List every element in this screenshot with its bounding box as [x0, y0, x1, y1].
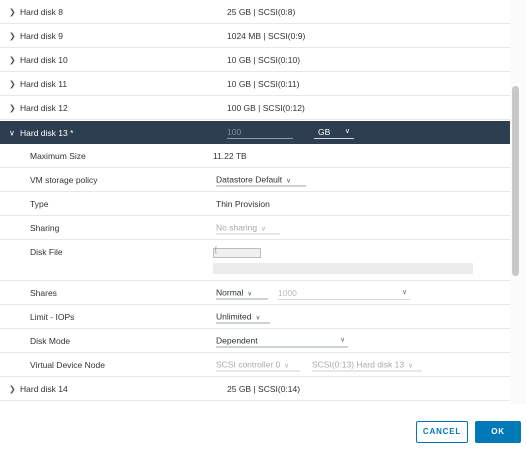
chevron-down-icon: ∨ [408, 362, 413, 369]
type-value: Thin Provision [216, 198, 270, 209]
disk-summary: 25 GB | SCSI(0:8) [227, 6, 296, 17]
prop-label: Sharing [30, 222, 60, 233]
prop-label: Limit - IOPs [30, 311, 75, 322]
sharing-value: No sharing [216, 222, 258, 232]
limit-iops-select[interactable]: Unlimited ∨ [216, 310, 270, 323]
chevron-down-icon: ∨ [247, 290, 253, 297]
chevron-right-icon[interactable]: ❯ [9, 384, 16, 393]
chevron-down-icon: ∨ [344, 128, 350, 135]
chevron-right-icon[interactable]: ❯ [9, 31, 16, 40]
prop-row-disk-file: Disk File [ [0, 240, 510, 281]
chevron-right-icon[interactable]: ❯ [9, 7, 16, 16]
disk-size-unit: GB [318, 127, 331, 137]
prop-label: Maximum Size [30, 150, 86, 161]
prop-label: Type [30, 198, 49, 209]
prop-row-limit-iops: Limit - IOPs Unlimited ∨ [0, 305, 510, 329]
disk-row-hard-disk-10[interactable]: ❯ Hard disk 10 10 GB | SCSI(0:10) [0, 48, 510, 72]
prop-label: Virtual Device Node [30, 359, 105, 370]
chevron-right-icon[interactable]: ❯ [9, 79, 16, 88]
disk-label: Hard disk 8 [20, 6, 63, 17]
disk-label: Hard disk 9 [20, 30, 63, 41]
prop-row-sharing: Sharing No sharing ∨ [0, 216, 510, 240]
disk-row-hard-disk-14[interactable]: ❯ Hard disk 14 25 GB | SCSI(0:14) [0, 377, 510, 401]
cancel-button[interactable]: CANCEL [416, 421, 468, 443]
prop-label: Disk Mode [30, 335, 71, 346]
max-size-value: 11.22 TB [213, 150, 247, 161]
vdn-node-select[interactable]: SCSI(0:13) Hard disk 13 ∨ [312, 358, 422, 371]
vdn-controller-select[interactable]: SCSI controller 0 ∨ [216, 358, 300, 371]
disk-mode-select[interactable]: Dependent ∨ [216, 334, 348, 347]
disk-size-value: 100 [227, 127, 242, 137]
disk-row-hard-disk-9[interactable]: ❯ Hard disk 9 1024 MB | SCSI(0:9) [0, 24, 510, 48]
chevron-down-icon[interactable]: ∨ [9, 128, 15, 137]
disk-label: Hard disk 12 [20, 102, 68, 113]
disk-summary: 10 GB | SCSI(0:10) [227, 54, 301, 65]
disk-mode-value: Dependent [216, 335, 258, 345]
prop-label: Shares [30, 287, 57, 298]
chevron-down-icon: ∨ [286, 177, 291, 184]
disk-row-hard-disk-13-header[interactable]: ∨ Hard disk 13 * 100 GB ∨ [0, 121, 510, 144]
disk-row-hard-disk-8[interactable]: ❯ Hard disk 8 25 GB | SCSI(0:8) [0, 0, 510, 24]
prop-row-maximum-size: Maximum Size 11.22 TB [0, 144, 510, 168]
disk-row-hard-disk-11[interactable]: ❯ Hard disk 11 10 GB | SCSI(0:11) [0, 72, 510, 96]
disk-label: Hard disk 11 [20, 78, 68, 89]
chevron-down-icon: ∨ [340, 336, 345, 343]
disk-label: Hard disk 14 [20, 383, 68, 394]
disk-row-hard-disk-12[interactable]: ❯ Hard disk 12 100 GB | SCSI(0:12) [0, 96, 510, 120]
disk-summary: 25 GB | SCSI(0:14) [227, 383, 301, 394]
disk-summary: 1024 MB | SCSI(0:9) [227, 30, 306, 41]
prop-row-type: Type Thin Provision [0, 192, 510, 216]
shares-amount-value: 1000 [278, 288, 297, 298]
disk-summary: 100 GB | SCSI(0:12) [227, 102, 305, 113]
prop-row-shares: Shares Normal ∨ 1000 ∨ [0, 281, 510, 305]
shares-amount-input[interactable]: 1000 ∨ [278, 287, 410, 300]
storage-policy-value: Datastore Default [216, 174, 283, 184]
disk-file-path-extended [213, 263, 473, 274]
chevron-down-icon: ∨ [402, 289, 407, 296]
vdn-controller-value: SCSI controller 0 [216, 359, 281, 369]
prop-label: Disk File [30, 247, 63, 257]
prop-label: VM storage policy [30, 174, 98, 185]
storage-policy-select[interactable]: Datastore Default ∨ [216, 173, 306, 186]
disk-size-input[interactable]: 100 [227, 126, 293, 139]
disk-label: Hard disk 13 * [20, 127, 74, 138]
disk-label: Hard disk 10 [20, 54, 68, 65]
disk-summary: 10 GB | SCSI(0:11) [227, 78, 300, 89]
disk-size-unit-select[interactable]: GB ∨ [314, 126, 354, 139]
prop-row-virtual-device-node: Virtual Device Node SCSI controller 0 ∨ S… [0, 353, 510, 377]
chevron-down-icon: ∨ [261, 225, 266, 232]
shares-value: Normal [216, 287, 244, 297]
shares-select[interactable]: Normal ∨ [216, 286, 268, 299]
prop-row-storage-policy: VM storage policy Datastore Default ∨ [0, 168, 510, 192]
chevron-down-icon: ∨ [284, 362, 290, 369]
chevron-down-icon: ∨ [255, 314, 261, 321]
sharing-select[interactable]: No sharing ∨ [216, 221, 280, 234]
chevron-right-icon[interactable]: ❯ [9, 55, 16, 64]
prop-row-disk-mode: Disk Mode Dependent ∨ [0, 329, 510, 353]
limit-iops-value: Unlimited [216, 311, 252, 321]
disk-file-path: [ [213, 247, 261, 258]
scrollbar-thumb[interactable] [512, 86, 519, 276]
chevron-right-icon[interactable]: ❯ [9, 103, 16, 112]
ok-button[interactable]: OK [475, 421, 521, 443]
hardware-list: ❯ Hard disk 8 25 GB | SCSI(0:8) ❯ Hard d… [0, 0, 510, 404]
vdn-node-value: SCSI(0:13) Hard disk 13 [312, 359, 405, 369]
